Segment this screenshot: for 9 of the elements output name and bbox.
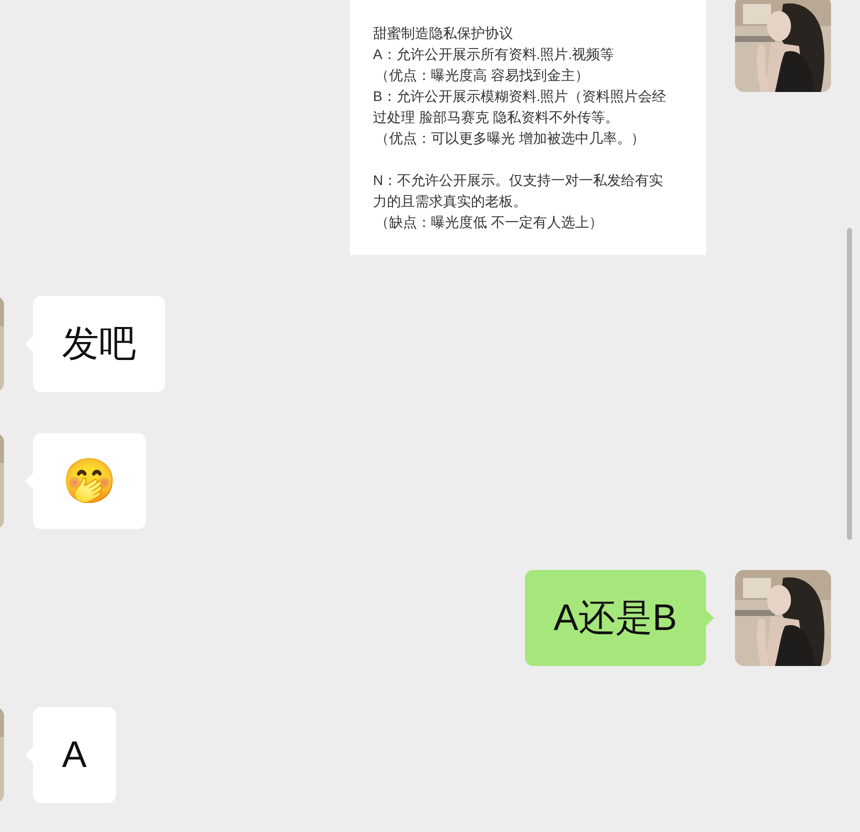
document-card[interactable]: 甜蜜制造隐私保护协议 A：允许公开展示所有资料.照片.视频等 （优点：曝光度高 容易找到金主） B：允许公开展示模糊资料.照片（资料照片会经过处理 脸部马赛克 隐私资料不外传等。 （优点：可以更多曝光 增加被选中几率。） N：不允许公开展示。仅支持一对一私发给有实力的且需求真实的老板。 （缺点：曝光度低 不一定有人选上） [350,0,706,255]
document-text: B：允许公开展示模糊资料.照片（资料照片会经过处理 脸部马赛克 隐私资料不外传等。 [373,87,668,127]
scrollbar[interactable] [847,228,852,540]
document-text: （缺点：曝光度低 不一定有人选上） [374,213,604,232]
document-text: N：不允许公开展示。仅支持一对一私发给有实力的且需求真实的老板。 [373,171,664,211]
document-text: （优点：可以更多曝光 增加被选中几率。） [374,129,646,148]
document-text: 甜蜜制造隐私保护协议 [373,24,514,43]
document-text: （优点：曝光度高 容易找到金主） [374,66,590,85]
document-text: A：允许公开展示所有资料.照片.视频等 [373,45,616,64]
